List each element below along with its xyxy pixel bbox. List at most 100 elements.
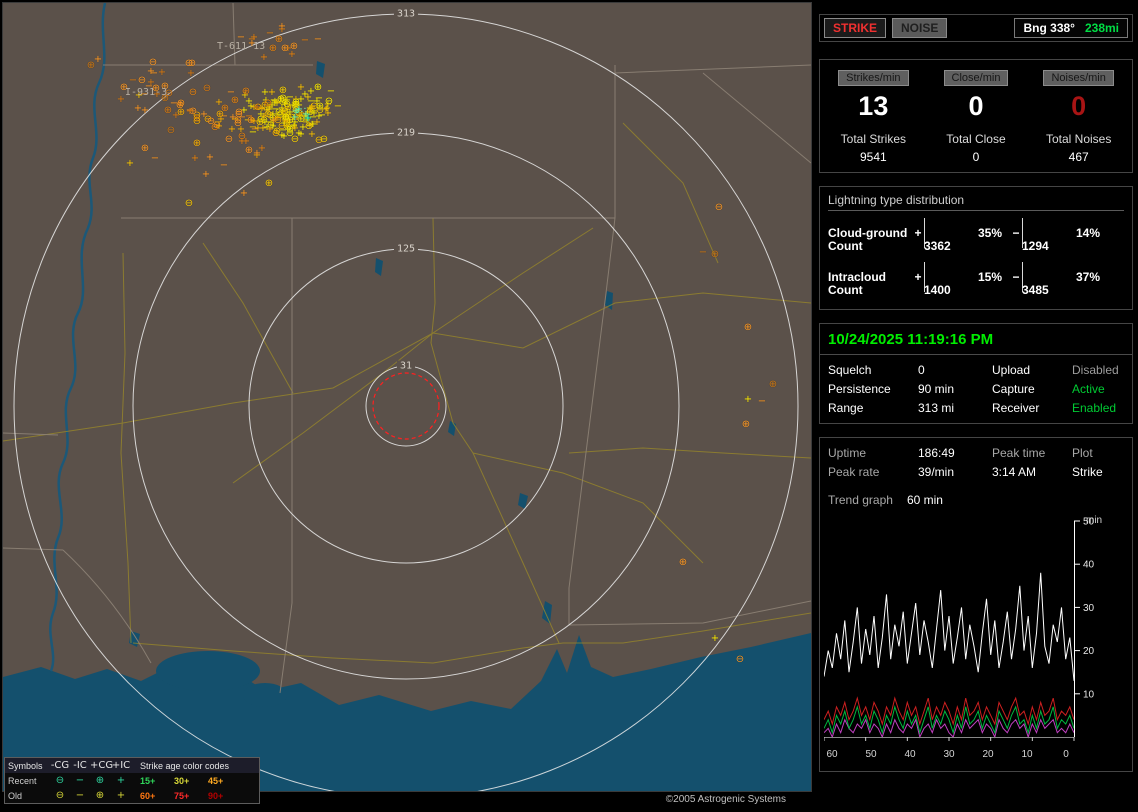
- legend-col-pos-cg: +CG: [90, 760, 114, 771]
- x-tick-label: 60: [826, 749, 838, 760]
- strike-symbol: ⊖: [224, 134, 234, 145]
- legend-old-label: Old: [8, 790, 23, 801]
- strike-symbol: +: [205, 152, 215, 163]
- squelch-label: Squelch: [828, 363, 872, 377]
- ic-minus-count: 3485: [1022, 283, 1049, 297]
- strike-symbol: ⊕: [268, 43, 278, 54]
- age-code-60: 60+: [140, 790, 156, 801]
- total-close-value: 0: [972, 150, 980, 164]
- age-code-15: 15+: [140, 775, 156, 786]
- intracloud-label: Intracloud: [828, 270, 887, 284]
- strike-symbol: −: [128, 75, 138, 86]
- strike-symbol: ⊕: [215, 109, 225, 120]
- age-code-75: 75+: [174, 790, 190, 801]
- strike-symbol: −: [219, 160, 229, 171]
- strike-symbol: +: [303, 113, 313, 124]
- svg-text:40: 40: [1083, 560, 1095, 571]
- strike-alarm-button[interactable]: STRIKE: [824, 18, 887, 38]
- range-label: Range: [828, 401, 864, 415]
- strike-symbol: ⊕: [678, 557, 688, 568]
- minus-sign: −: [1012, 226, 1020, 240]
- clock-settings: 10/24/2025 11:19:16 PM Squelch 0 Upload …: [819, 323, 1133, 424]
- strike-symbol: −: [698, 247, 708, 258]
- strike-symbol: −: [333, 101, 343, 112]
- legend-col-neg-cg: -CG: [50, 760, 70, 771]
- cg-plus-pct: 35%: [978, 226, 1003, 240]
- strike-symbol: ⊕: [743, 322, 753, 333]
- strike-symbol: ⊕: [741, 419, 751, 430]
- map-legend: Symbols -CG -IC +CG +IC Strike age color…: [4, 757, 260, 804]
- strike-symbol: +: [269, 115, 279, 126]
- strike-symbol: +: [125, 158, 135, 169]
- strike-symbol: +: [296, 82, 306, 93]
- app-window: + + ⊖ + + − − + + + + + + + + ⊖ + − + + + + + + + + ⊖ + ⊕ + − + + − + ⊕ − − ⊖ ⊕…: [0, 0, 1138, 812]
- strike-symbol: +: [227, 124, 237, 135]
- strike-symbol: +: [259, 52, 269, 63]
- strike-symbol: ⊖: [184, 58, 194, 69]
- svg-text:10: 10: [1083, 689, 1095, 700]
- cloud-ground-row: Cloud-ground + 35% − 14%: [828, 218, 1124, 248]
- strike-symbol: −: [150, 153, 160, 164]
- trend-graph-row: Trend graph 60 min: [820, 485, 1132, 511]
- strike-symbol: −: [313, 34, 323, 45]
- bearing-distance: 238mi: [1084, 21, 1119, 35]
- uptime-label: Uptime: [828, 446, 867, 460]
- cg-plus-count: 3362: [924, 239, 951, 253]
- trend-graph-label: Trend graph: [828, 493, 893, 507]
- noise-alarm-button[interactable]: NOISE: [892, 18, 948, 38]
- svg-text:30: 30: [1083, 603, 1095, 614]
- legend-symbols-header: Symbols: [8, 760, 43, 771]
- ic-minus-pct: 37%: [1076, 270, 1101, 284]
- strike-symbol: ⊕: [119, 82, 129, 93]
- strikes-per-min-chip: Strikes/min: [838, 70, 909, 86]
- pos-cg-old-icon: ⊕: [95, 790, 105, 801]
- strike-symbol: ⊖: [263, 98, 273, 109]
- legend-col-pos-ic: +IC: [111, 760, 131, 771]
- age-code-90: 90+: [208, 790, 224, 801]
- strike-symbol: −: [237, 112, 247, 123]
- strike-symbol: +: [171, 110, 181, 121]
- strike-symbol: +: [277, 21, 287, 32]
- peak-rate-label: Peak rate: [828, 465, 880, 479]
- strike-symbol: −: [236, 32, 246, 43]
- pos-ic-old-icon: +: [116, 790, 126, 801]
- distribution-title: Lightning type distribution: [828, 193, 1124, 211]
- count-label: Count: [828, 239, 863, 253]
- strike-symbol: +: [267, 87, 277, 98]
- strike-symbol: ⊖: [206, 116, 216, 127]
- strike-symbol: −: [265, 28, 275, 39]
- range-value: 313 mi: [918, 401, 955, 415]
- alarm-header: STRIKE NOISE Bng 338° 238mi: [819, 14, 1133, 42]
- strike-symbol: +: [186, 68, 196, 79]
- squelch-value: 0: [918, 363, 925, 377]
- total-strikes-value: 9541: [859, 150, 887, 164]
- strike-symbol: ⊖: [166, 125, 176, 136]
- strike-symbol: ⊕: [710, 249, 720, 260]
- strike-symbol: ⊕: [276, 94, 286, 105]
- strike-symbol: ⊖: [148, 57, 158, 68]
- pos-cg-recent-icon: ⊕: [95, 775, 105, 786]
- strike-symbol: ·: [303, 104, 307, 115]
- upload-value: Disabled: [1072, 363, 1119, 377]
- plus-sign: +: [914, 270, 922, 284]
- neg-ic-recent-icon: −: [75, 775, 85, 786]
- strike-symbol: −: [300, 35, 310, 46]
- age-code-45: 45+: [208, 775, 224, 786]
- strike-symbol: +: [290, 123, 300, 134]
- cloud-ground-label: Cloud-ground: [828, 226, 908, 240]
- capture-label: Capture: [992, 382, 1035, 396]
- neg-ic-old-icon: −: [75, 790, 85, 801]
- strike-symbol: −: [149, 68, 159, 79]
- plus-sign: +: [914, 226, 922, 240]
- legend-col-neg-ic: -IC: [73, 760, 87, 771]
- lightning-map[interactable]: + + ⊖ + + − − + + + + + + + + ⊖ + − + + + + + + + + ⊖ + ⊕ + − + + − + ⊕ − − ⊖ ⊕…: [2, 2, 812, 792]
- plot-label: Plot: [1072, 446, 1093, 460]
- capture-value: Active: [1072, 382, 1105, 396]
- strike-symbol: +: [252, 148, 262, 159]
- strike-symbol: +: [247, 38, 257, 49]
- trend-series-total-strikes: [823, 572, 1075, 681]
- total-noises-label: Total Noises: [1045, 132, 1112, 146]
- cg-minus-count: 1294: [1022, 239, 1049, 253]
- legend-header-row: Symbols -CG -IC +CG +IC Strike age color…: [5, 758, 259, 773]
- strike-symbol: +: [157, 67, 167, 78]
